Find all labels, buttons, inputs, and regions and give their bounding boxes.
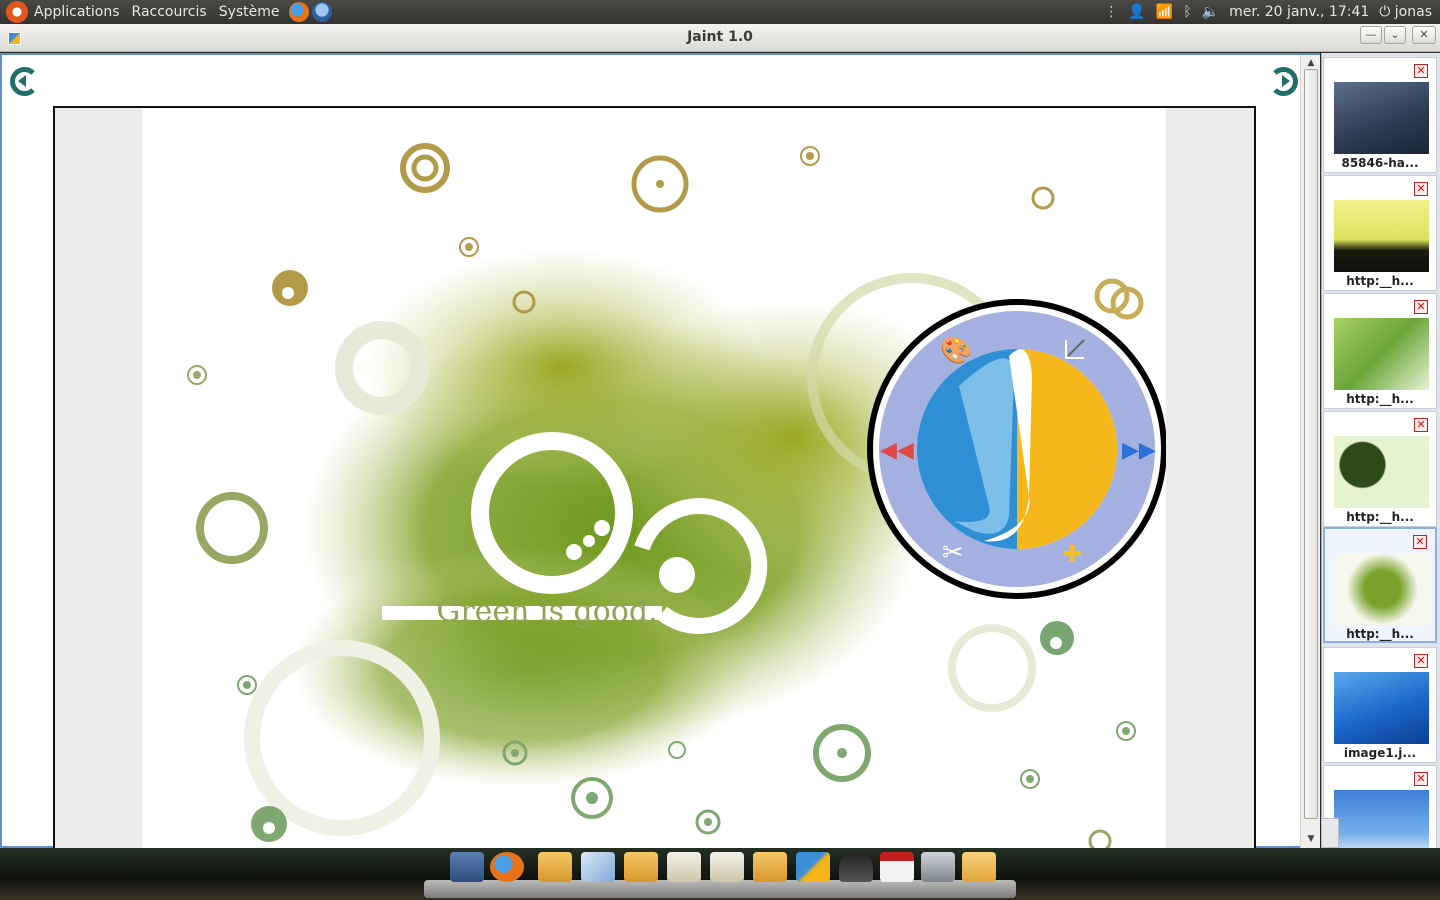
scroll-down-arrow[interactable]: ▼ [1304, 833, 1318, 845]
dock-firefox-icon[interactable] [490, 852, 524, 882]
close-thumbnail-button[interactable]: ✕ [1414, 300, 1428, 314]
thumbnail-image [1334, 318, 1429, 390]
thumbnail-image [1334, 436, 1429, 508]
user-menu[interactable]: ⏻ jonas [1379, 4, 1432, 20]
window-title: Jaint 1.0 [687, 29, 753, 45]
tools-icon[interactable]: ✂ [942, 538, 964, 568]
user-status-icon[interactable]: 👤 [1128, 4, 1145, 20]
thumbnail-label: http:__h... [1346, 274, 1414, 288]
dock-trash-icon[interactable] [962, 852, 996, 882]
scroll-up-arrow[interactable]: ▲ [1304, 57, 1318, 69]
clock[interactable]: mer. 20 janv., 17:41 [1229, 4, 1369, 20]
thumbnail-label: http:__h... [1346, 627, 1414, 641]
dock-folder-icon[interactable] [624, 852, 658, 882]
thumbnail-label: http:__h... [1346, 392, 1414, 406]
dock-network-icon[interactable] [921, 852, 955, 882]
redo-arrow-icon[interactable] [1266, 63, 1302, 99]
thumbnail-item-selected[interactable]: ✕ http:__h... [1323, 527, 1437, 643]
thumbnail-item[interactable]: ✕ http:__h... [1323, 175, 1437, 291]
close-thumbnail-button[interactable]: ✕ [1413, 535, 1427, 549]
thumbnail-item[interactable]: ✕ http:__h... [1323, 411, 1437, 527]
dock-cube-icon[interactable] [581, 852, 615, 882]
window-titlebar[interactable]: Jaint 1.0 — ⌄ ✕ [0, 24, 1440, 52]
bluetooth-icon[interactable]: ᛒ [1183, 4, 1191, 20]
user-name: jonas [1394, 4, 1432, 20]
close-button[interactable]: ✕ [1412, 26, 1436, 44]
dock-jaint-icon[interactable] [796, 852, 830, 882]
handle-dots-icon: ⋮ [1104, 4, 1119, 20]
thumbnail-image [1334, 82, 1429, 154]
prev-arrows-icon[interactable]: ◀◀ [880, 438, 914, 463]
thumbnail-label: http:__h... [1346, 510, 1414, 524]
thumbnail-image [1334, 200, 1429, 272]
dock-calendar-icon[interactable] [880, 852, 914, 882]
next-arrows-icon[interactable]: ▶▶ [1122, 438, 1156, 463]
thumbnail-item[interactable]: ✕ http:__h... [1323, 293, 1437, 409]
menu-systeme[interactable]: Système [213, 4, 286, 20]
dock-save-icon[interactable] [450, 852, 484, 882]
vertical-scrollbar[interactable]: ▲ ▼ [1300, 55, 1320, 848]
dock-document-icon[interactable] [710, 852, 744, 882]
power-icon: ⏻ [1379, 4, 1391, 20]
close-thumbnail-button[interactable]: ✕ [1414, 182, 1428, 196]
menu-applications[interactable]: Applications [28, 4, 126, 20]
minimize-button[interactable]: — [1360, 26, 1382, 44]
thumbnail-label: 85846-ha... [1341, 156, 1419, 170]
scroll-thumb[interactable] [1304, 69, 1318, 819]
dock-folder-icon[interactable] [538, 852, 572, 882]
thumbnail-label: image1.j... [1343, 746, 1417, 760]
thumbnail-sidebar: ✕ 85846-ha... ✕ http:__h... ✕ http:__h..… [1321, 53, 1440, 848]
top-panel: Applications Raccourcis Système ⋮ 👤 📶 ᛒ … [0, 0, 1440, 24]
wallpaper-caption: Green is good. [436, 594, 657, 629]
dock-tux-icon[interactable] [839, 852, 873, 882]
dock-document-icon[interactable] [667, 852, 701, 882]
sidebar-scrollbar[interactable] [1321, 818, 1339, 848]
close-thumbnail-button[interactable]: ✕ [1414, 64, 1428, 78]
close-thumbnail-button[interactable]: ✕ [1414, 418, 1428, 432]
system-tray: ⋮ 👤 📶 ᛒ 🔈 mer. 20 janv., 17:41 ⏻ jonas [1104, 4, 1440, 20]
thumbnail-item[interactable]: ✕ 85846-ha... [1323, 57, 1437, 173]
wallpaper-image[interactable]: Green is good. 🎨 ◀◀ ▶▶ ✂ ✚ [142, 108, 1166, 849]
maximize-button[interactable]: ⌄ [1384, 26, 1406, 44]
network-signal-icon[interactable]: 📶 [1156, 4, 1173, 20]
undo-arrow-icon[interactable] [6, 63, 42, 99]
close-thumbnail-button[interactable]: ✕ [1414, 772, 1428, 786]
menu-raccourcis[interactable]: Raccourcis [126, 4, 213, 20]
image-viewer: Green is good. 🎨 ◀◀ ▶▶ ✂ ✚ [0, 53, 1320, 851]
palette-icon[interactable]: 🎨 [940, 336, 972, 366]
image-frame: Green is good. 🎨 ◀◀ ▶▶ ✂ ✚ [53, 106, 1256, 851]
close-thumbnail-button[interactable]: ✕ [1414, 654, 1428, 668]
thumbnail-image [1334, 790, 1429, 848]
ubuntu-logo-icon[interactable] [6, 1, 28, 23]
firefox-launcher-icon[interactable] [288, 2, 309, 22]
volume-icon[interactable]: 🔈 [1202, 4, 1219, 20]
thunderbird-launcher-icon[interactable] [311, 2, 332, 22]
dock-shelf [424, 880, 1016, 898]
dock-folder-icon[interactable] [753, 852, 787, 882]
plugin-puzzle-icon[interactable]: ✚ [1062, 540, 1082, 568]
thumbnail-image [1334, 672, 1429, 744]
crop-icon[interactable] [1062, 336, 1088, 362]
thumbnail-item[interactable]: ✕ [1323, 765, 1437, 848]
thumbnail-item[interactable]: ✕ image1.j... [1323, 647, 1437, 763]
thumbnail-image [1335, 553, 1430, 625]
